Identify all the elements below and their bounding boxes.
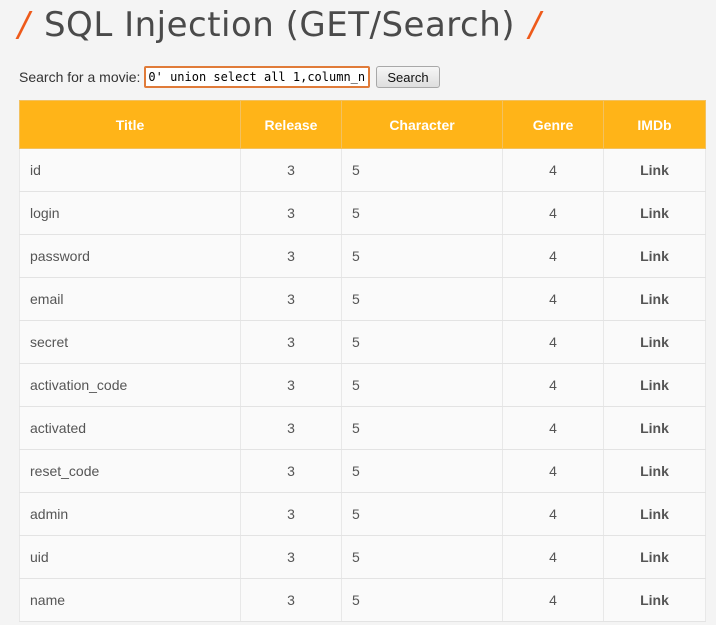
cell-genre: 4 (502, 535, 604, 579)
search-input[interactable] (144, 66, 371, 88)
cell-release: 3 (240, 492, 342, 536)
column-header-character: Character (341, 100, 503, 149)
cell-title: uid (19, 535, 241, 579)
cell-release: 3 (240, 234, 342, 278)
results-table: Title Release Character Genre IMDb id 3 5 4… (19, 100, 706, 622)
imdb-link[interactable]: Link (640, 549, 669, 565)
cell-title: activation_code (19, 363, 241, 407)
cell-title: secret (19, 320, 241, 364)
table-row: secret 3 5 4 Link (19, 320, 706, 364)
imdb-link[interactable]: Link (640, 506, 669, 522)
column-header-title: Title (19, 100, 241, 149)
cell-release: 3 (240, 449, 342, 493)
cell-character: 5 (341, 449, 503, 493)
imdb-link[interactable]: Link (640, 248, 669, 264)
table-row: uid 3 5 4 Link (19, 535, 706, 579)
cell-imdb: Link (603, 492, 706, 536)
search-button[interactable]: Search (376, 66, 440, 88)
search-label: Search for a movie: (19, 69, 141, 85)
cell-release: 3 (240, 363, 342, 407)
cell-imdb: Link (603, 234, 706, 278)
cell-genre: 4 (502, 578, 604, 622)
cell-character: 5 (341, 148, 503, 192)
cell-character: 5 (341, 234, 503, 278)
cell-release: 3 (240, 320, 342, 364)
imdb-link[interactable]: Link (640, 205, 669, 221)
cell-imdb: Link (603, 578, 706, 622)
column-header-imdb: IMDb (603, 100, 706, 149)
cell-genre: 4 (502, 320, 604, 364)
table-row: admin 3 5 4 Link (19, 492, 706, 536)
cell-release: 3 (240, 148, 342, 192)
cell-genre: 4 (502, 191, 604, 235)
cell-title: email (19, 277, 241, 321)
cell-title: id (19, 148, 241, 192)
cell-character: 5 (341, 277, 503, 321)
cell-title: password (19, 234, 241, 278)
imdb-link[interactable]: Link (640, 162, 669, 178)
imdb-link[interactable]: Link (640, 377, 669, 393)
page-title-text: SQL Injection (GET/Search) (43, 5, 516, 45)
cell-release: 3 (240, 406, 342, 450)
cell-title: login (19, 191, 241, 235)
cell-release: 3 (240, 277, 342, 321)
cell-genre: 4 (502, 363, 604, 407)
cell-title: admin (19, 492, 241, 536)
cell-character: 5 (341, 578, 503, 622)
imdb-link[interactable]: Link (640, 592, 669, 608)
column-header-release: Release (240, 100, 342, 149)
title-slash-left: / (18, 5, 30, 45)
cell-genre: 4 (502, 406, 604, 450)
cell-imdb: Link (603, 535, 706, 579)
table-row: login 3 5 4 Link (19, 191, 706, 235)
column-header-genre: Genre (502, 100, 604, 149)
cell-imdb: Link (603, 406, 706, 450)
table-row: activation_code 3 5 4 Link (19, 363, 706, 407)
table-row: activated 3 5 4 Link (19, 406, 706, 450)
cell-release: 3 (240, 191, 342, 235)
cell-imdb: Link (603, 449, 706, 493)
page: / SQL Injection (GET/Search) / Search fo… (0, 0, 716, 625)
cell-character: 5 (341, 535, 503, 579)
table-header-row: Title Release Character Genre IMDb (19, 100, 706, 149)
table-row: reset_code 3 5 4 Link (19, 449, 706, 493)
table-row: name 3 5 4 Link (19, 578, 706, 622)
cell-release: 3 (240, 535, 342, 579)
cell-genre: 4 (502, 148, 604, 192)
cell-imdb: Link (603, 320, 706, 364)
page-title: / SQL Injection (GET/Search) / (18, 0, 541, 50)
cell-character: 5 (341, 320, 503, 364)
cell-title: reset_code (19, 449, 241, 493)
cell-imdb: Link (603, 191, 706, 235)
search-form: Search for a movie: Search (19, 65, 440, 89)
cell-genre: 4 (502, 277, 604, 321)
cell-title: name (19, 578, 241, 622)
cell-genre: 4 (502, 234, 604, 278)
imdb-link[interactable]: Link (640, 420, 669, 436)
imdb-link[interactable]: Link (640, 334, 669, 350)
imdb-link[interactable]: Link (640, 463, 669, 479)
cell-genre: 4 (502, 449, 604, 493)
title-slash-right: / (529, 5, 541, 45)
table-row: id 3 5 4 Link (19, 148, 706, 192)
cell-release: 3 (240, 578, 342, 622)
imdb-link[interactable]: Link (640, 291, 669, 307)
cell-character: 5 (341, 191, 503, 235)
cell-imdb: Link (603, 277, 706, 321)
cell-genre: 4 (502, 492, 604, 536)
cell-title: activated (19, 406, 241, 450)
results-body: id 3 5 4 Link login 3 5 4 Link password 3 5 4 Link emai… (19, 148, 706, 622)
cell-character: 5 (341, 363, 503, 407)
table-row: password 3 5 4 Link (19, 234, 706, 278)
cell-character: 5 (341, 492, 503, 536)
cell-character: 5 (341, 406, 503, 450)
cell-imdb: Link (603, 148, 706, 192)
cell-imdb: Link (603, 363, 706, 407)
table-row: email 3 5 4 Link (19, 277, 706, 321)
